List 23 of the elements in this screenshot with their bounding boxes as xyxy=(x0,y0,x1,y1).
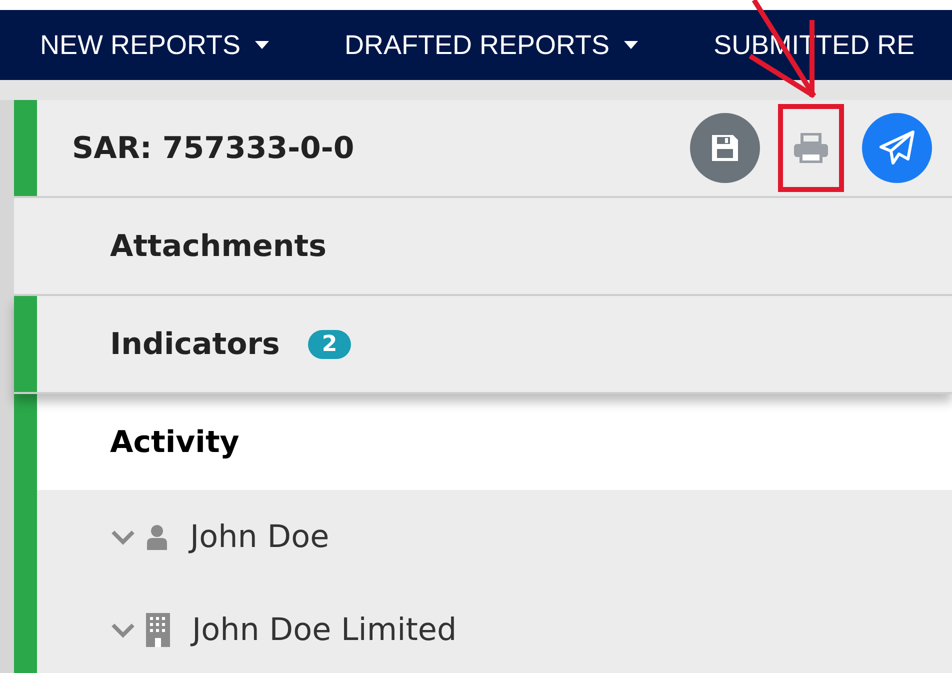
chevron-down-icon xyxy=(110,622,136,638)
section-title: Attachments xyxy=(110,228,326,264)
party-name: John Doe Limited xyxy=(192,612,457,648)
section-row[interactable]: Indicators 2 xyxy=(14,296,952,394)
nav-menu-item[interactable]: NEW REPORTS xyxy=(40,30,269,60)
person-icon xyxy=(146,524,168,550)
party-item[interactable]: John Doe xyxy=(110,490,952,583)
report-title: SAR: 757333-0-0 xyxy=(72,130,356,166)
party-item[interactable]: John Doe Limited xyxy=(110,583,952,673)
count-badge: 2 xyxy=(308,330,352,358)
print-button[interactable] xyxy=(778,104,844,192)
party-name: John Doe xyxy=(190,518,330,554)
save-icon xyxy=(710,133,740,163)
paper-plane-icon xyxy=(879,130,915,166)
section-title: Indicators xyxy=(110,326,280,362)
printer-icon xyxy=(793,133,829,163)
building-icon xyxy=(146,612,170,646)
nav-menu-item[interactable]: DRAFTED REPORTS xyxy=(344,30,638,60)
section-row[interactable]: Activity xyxy=(14,394,952,490)
section-title: Activity xyxy=(110,424,240,460)
caret-icon xyxy=(624,41,638,49)
chevron-down-icon xyxy=(110,528,136,544)
caret-icon xyxy=(254,41,269,49)
